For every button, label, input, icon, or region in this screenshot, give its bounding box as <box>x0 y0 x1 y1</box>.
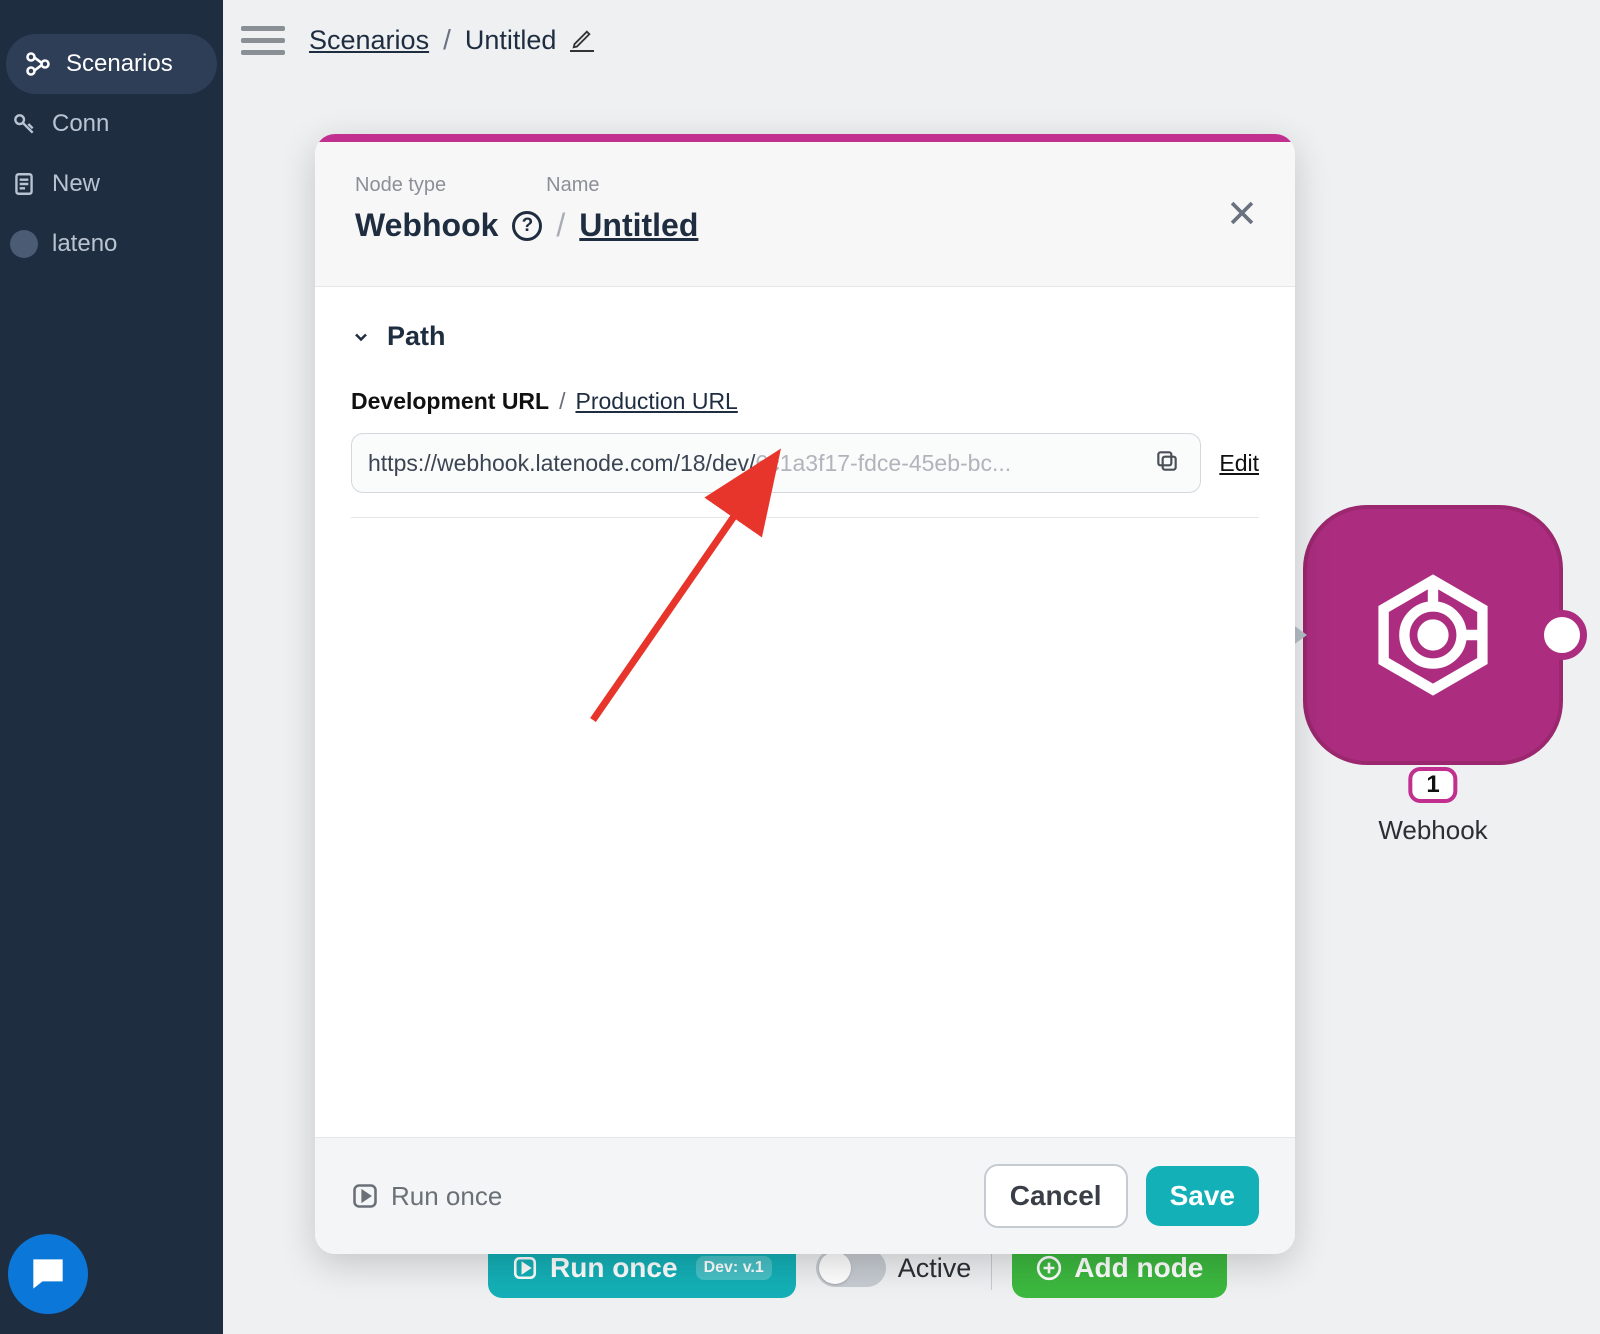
modal-accent-strip <box>315 134 1295 142</box>
document-icon <box>10 170 38 198</box>
path-section-toggle[interactable]: Path <box>351 321 1259 352</box>
sidebar-item-new[interactable]: New <box>0 154 223 214</box>
dev-version-badge: Dev: v.1 <box>696 1256 772 1280</box>
canvas-node-label: Webhook <box>1303 815 1563 846</box>
close-icon <box>1225 196 1259 230</box>
active-toggle-label: Active <box>898 1253 972 1284</box>
node-type-value: Webhook <box>355 207 498 244</box>
copy-icon <box>1154 448 1180 474</box>
modal-body: Path Development URL / Production URL ht… <box>315 287 1295 1137</box>
name-header-label: Name <box>546 174 599 197</box>
chat-bubble-button[interactable] <box>8 1234 88 1314</box>
modal-run-once-button[interactable]: Run once <box>351 1181 502 1212</box>
pencil-icon <box>571 28 593 50</box>
plus-circle-icon <box>1036 1255 1062 1281</box>
webhook-url-field[interactable]: https://webhook.latenode.com/18/dev/6c1a… <box>351 433 1201 493</box>
main: Scenarios / Untitled <box>223 0 1600 1334</box>
tab-production-url[interactable]: Production URL <box>575 388 737 415</box>
add-node-label: Add node <box>1074 1252 1203 1284</box>
avatar-icon <box>10 230 38 258</box>
sidebar-item-label: Scenarios <box>66 50 173 78</box>
header-separator: / <box>556 207 565 244</box>
breadcrumb-title: Untitled <box>465 25 557 56</box>
chat-icon <box>26 1252 70 1296</box>
play-box-icon <box>351 1182 379 1210</box>
sidebar-item-label: lateno <box>52 230 117 258</box>
edit-url-link[interactable]: Edit <box>1219 450 1259 477</box>
sidebar-item-account[interactable]: lateno <box>0 214 223 274</box>
cancel-button[interactable]: Cancel <box>984 1164 1128 1228</box>
breadcrumb-scenarios-link[interactable]: Scenarios <box>309 25 429 56</box>
edit-title-button[interactable] <box>570 28 594 52</box>
webhook-hex-icon <box>1368 570 1498 700</box>
help-button[interactable]: ? <box>512 211 542 241</box>
node-type-header-label: Node type <box>355 174 446 197</box>
url-prefix: https://webhook.latenode.com/18/dev/ <box>368 450 755 477</box>
save-button[interactable]: Save <box>1146 1166 1259 1226</box>
sidebar-item-label: Conn <box>52 110 109 138</box>
chevron-down-icon <box>351 327 371 347</box>
close-modal-button[interactable] <box>1225 196 1259 230</box>
node-config-modal: Node type Name Webhook ? / Untitled Path <box>315 134 1295 1254</box>
sidebar: Scenarios Conn New lateno <box>0 0 223 1334</box>
active-toggle[interactable] <box>816 1249 886 1287</box>
modal-run-once-label: Run once <box>391 1181 502 1212</box>
node-name-editable[interactable]: Untitled <box>579 207 698 244</box>
canvas-node-webhook[interactable]: 1 Webhook <box>1303 505 1563 765</box>
play-box-icon <box>512 1255 538 1281</box>
url-suffix: 6c1a3f17-fdce-45eb-bc... <box>755 450 1011 477</box>
scenarios-icon <box>24 50 52 78</box>
sidebar-item-connections[interactable]: Conn <box>0 94 223 154</box>
copy-url-button[interactable] <box>1154 448 1184 478</box>
node-number-badge: 1 <box>1408 767 1457 803</box>
url-tabs-separator: / <box>559 388 565 415</box>
path-section-title: Path <box>387 321 446 352</box>
breadcrumb-separator: / <box>443 24 451 56</box>
run-once-label: Run once <box>550 1252 678 1284</box>
tab-development-url[interactable]: Development URL <box>351 388 549 415</box>
breadcrumb: Scenarios / Untitled <box>309 24 594 56</box>
modal-header: Node type Name Webhook ? / Untitled <box>315 142 1295 287</box>
topbar: Scenarios / Untitled <box>223 0 1600 80</box>
modal-footer: Run once Cancel Save <box>315 1137 1295 1254</box>
url-tabs: Development URL / Production URL <box>351 388 1259 415</box>
sidebar-item-label: New <box>52 170 100 198</box>
hamburger-menu-button[interactable] <box>241 26 285 55</box>
plug-icon <box>10 110 38 138</box>
sidebar-item-scenarios[interactable]: Scenarios <box>6 34 217 94</box>
